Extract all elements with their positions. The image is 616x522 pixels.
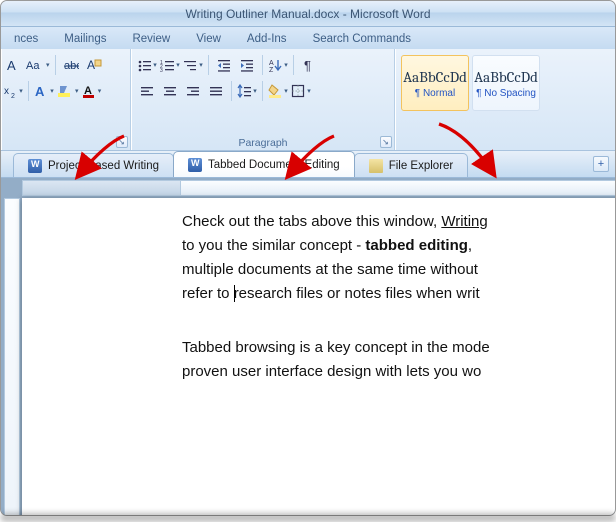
grow-font-button[interactable]: A [2, 54, 24, 76]
style-name: Normal [415, 88, 455, 99]
doc-tab-project-writing[interactable]: Project-Based Writing [13, 153, 174, 177]
svg-text:2: 2 [11, 93, 15, 98]
word-window: Writing Outliner Manual.docx - Microsoft… [0, 0, 616, 516]
svg-text:abc: abc [64, 60, 79, 72]
document-tab-strip: Project-Based Writing Tabbed Document Ed… [1, 151, 615, 178]
doc-tab-label: Project-Based Writing [48, 160, 159, 172]
ribbon-tab-search[interactable]: Search Commands [300, 29, 424, 49]
app-title: - [343, 7, 350, 21]
style-name: No Spacing [476, 88, 536, 99]
ribbon: A Aa abc A x2 A A 123 [1, 49, 615, 151]
ribbon-tab-view[interactable]: View [183, 29, 234, 49]
ribbon-tab-review[interactable]: Review [119, 29, 183, 49]
subscript-button[interactable]: x2 [2, 80, 24, 102]
paragraph-dialog-launcher[interactable] [380, 136, 392, 148]
ribbon-tab-addins[interactable]: Add-Ins [234, 29, 300, 49]
new-tab-button[interactable]: + [593, 156, 609, 172]
svg-text:Z: Z [269, 67, 274, 72]
ribbon-tab-mailings[interactable]: Mailings [51, 29, 119, 49]
line-spacing-button[interactable] [236, 80, 258, 102]
paragraph-1: Check out the tabs above this window, Wr… [182, 210, 615, 306]
paragraph-label: Paragraph [132, 137, 394, 149]
style-normal[interactable]: AaBbCcDd Normal [401, 55, 469, 111]
indent-inc-button[interactable] [236, 54, 258, 76]
font-dialog-launcher[interactable] [116, 136, 128, 148]
h-ruler[interactable] [22, 180, 615, 196]
group-font: A Aa abc A x2 A A [1, 49, 131, 150]
change-case-button[interactable]: Aa [25, 54, 51, 76]
word-doc-icon [188, 158, 202, 172]
doc-title: Writing Outliner Manual.docx [186, 7, 340, 21]
svg-text:A: A [35, 84, 45, 98]
align-left-button[interactable] [136, 80, 158, 102]
doc-tab-file-explorer[interactable]: File Explorer [354, 153, 469, 177]
page-content: Check out the tabs above this window, Wr… [22, 198, 615, 384]
align-justify-button[interactable] [205, 80, 227, 102]
style-sample: AaBbCcDd [474, 68, 538, 86]
bullets-button[interactable] [136, 54, 158, 76]
ribbon-tabs: nces Mailings Review View Add-Ins Search… [1, 27, 615, 49]
folder-icon [369, 159, 383, 173]
sort-button[interactable]: AZ [267, 54, 289, 76]
ribbon-tab-references[interactable]: nces [1, 29, 51, 49]
doc-tab-label: Tabbed Document Editing [208, 159, 340, 171]
document-area[interactable]: Check out the tabs above this window, Wr… [1, 178, 615, 516]
style-no-spacing[interactable]: AaBbCcDd No Spacing [472, 55, 540, 111]
doc-tab-tabbed-editing[interactable]: Tabbed Document Editing [173, 151, 355, 177]
paragraph-2: Tabbed browsing is a key concept in the … [182, 336, 615, 384]
style-sample: AaBbCcDd [403, 68, 467, 86]
align-center-button[interactable] [159, 80, 181, 102]
svg-text:3: 3 [160, 68, 163, 72]
v-ruler[interactable] [4, 198, 20, 516]
word-doc-icon [28, 159, 42, 173]
font-color-button[interactable]: A [81, 80, 103, 102]
svg-text:A: A [87, 58, 95, 72]
shading-button[interactable] [267, 80, 289, 102]
svg-text:¶: ¶ [304, 58, 311, 72]
svg-text:A: A [7, 58, 16, 72]
svg-text:x: x [4, 86, 9, 97]
clear-format-button[interactable]: A [83, 54, 105, 76]
strike-button[interactable]: abc [60, 54, 82, 76]
multilevel-button[interactable] [182, 54, 204, 76]
page[interactable]: Check out the tabs above this window, Wr… [22, 198, 615, 516]
svg-text:Aa: Aa [26, 60, 40, 72]
show-marks-button[interactable]: ¶ [298, 54, 320, 76]
group-paragraph: 123 AZ ¶ Paragraph [131, 49, 395, 150]
numbering-button[interactable]: 123 [159, 54, 181, 76]
indent-dec-button[interactable] [213, 54, 235, 76]
highlight-button[interactable] [56, 80, 80, 102]
borders-button[interactable] [290, 80, 312, 102]
group-styles: AaBbCcDd Normal AaBbCcDd No Spacing [395, 49, 615, 150]
doc-tab-label: File Explorer [389, 160, 454, 172]
svg-text:A: A [269, 60, 274, 67]
title-bar: Writing Outliner Manual.docx - Microsoft… [1, 1, 615, 27]
app-name: Microsoft Word [350, 7, 430, 21]
align-right-button[interactable] [182, 80, 204, 102]
text-effects-button[interactable]: A [33, 80, 55, 102]
